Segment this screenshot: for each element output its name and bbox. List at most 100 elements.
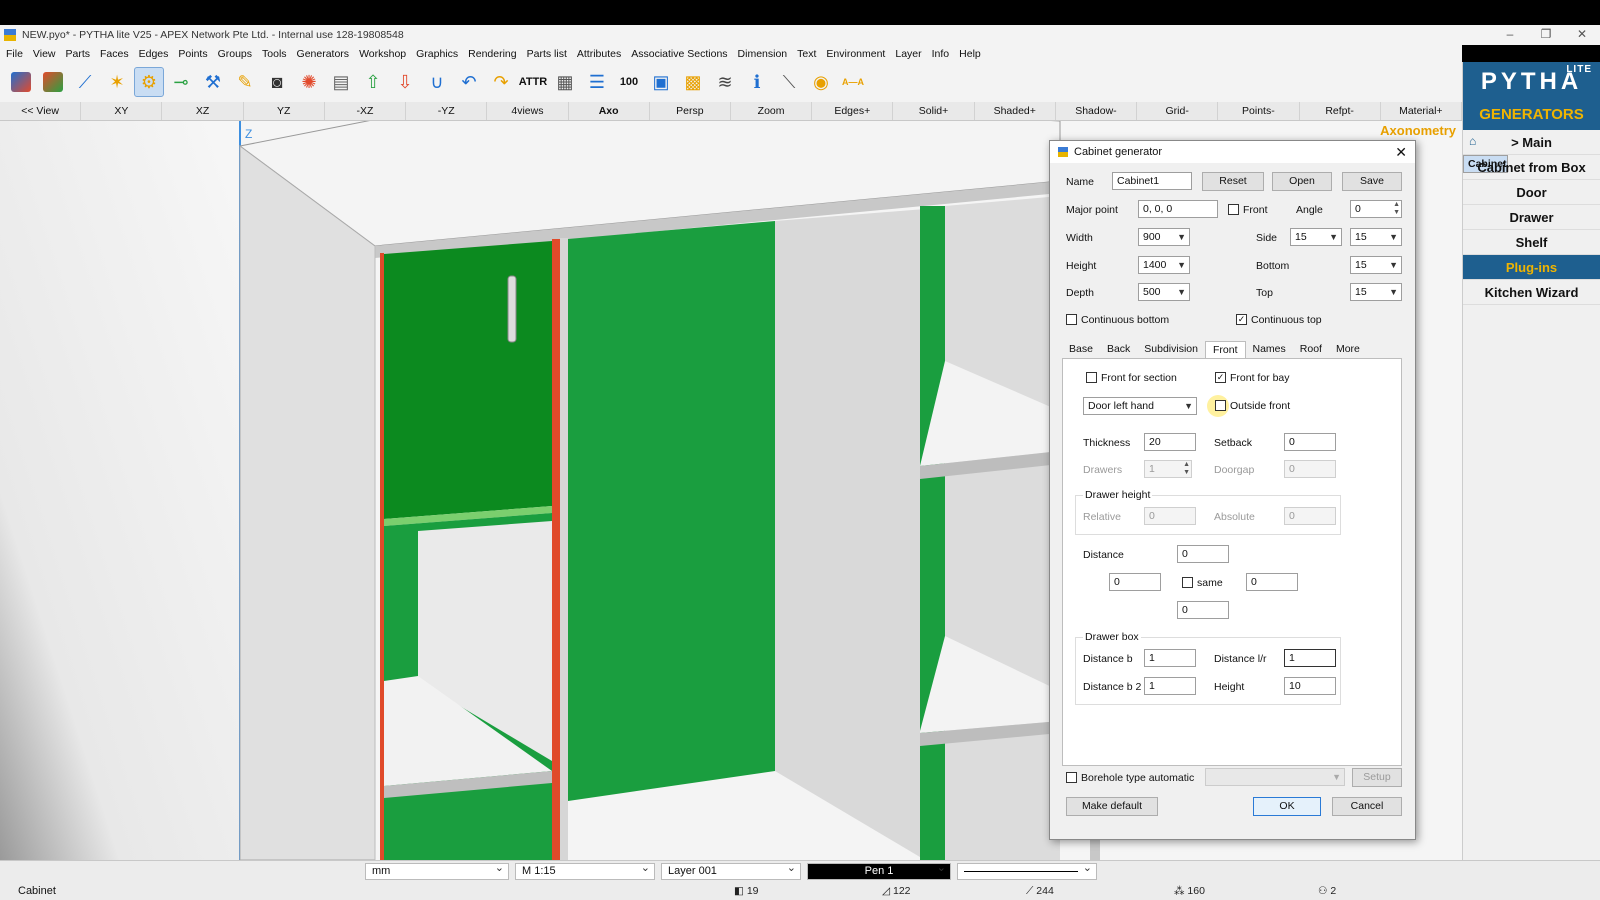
setback-input[interactable]: 0 (1284, 433, 1336, 451)
new-part-icon[interactable] (6, 67, 36, 97)
width-select[interactable]: 900 ▼ (1138, 228, 1190, 246)
doorgap-input[interactable]: 0 (1284, 460, 1336, 478)
info-icon[interactable]: ℹ (742, 67, 772, 97)
panel-item-cabinet-from-box[interactable]: Cabinet from Box (1463, 155, 1600, 180)
tab-subdivision[interactable]: Subdivision (1137, 341, 1205, 359)
panel-item-shelf[interactable]: Shelf (1463, 230, 1600, 255)
distance-right-input[interactable]: 0 (1246, 573, 1298, 591)
view-button-axo[interactable]: Axo (569, 102, 650, 120)
same-checkbox[interactable] (1182, 577, 1193, 588)
list-icon[interactable]: ☰ (582, 67, 612, 97)
bottom-select[interactable]: 15 ▼ (1350, 256, 1402, 274)
angle-input[interactable]: 0 ▲ ▼ (1350, 200, 1402, 218)
pen-select[interactable]: Pen 1 (807, 861, 951, 880)
distance-top-input[interactable]: 0 (1177, 545, 1229, 563)
view-button-points[interactable]: Points- (1218, 102, 1300, 120)
view-button-edges[interactable]: Edges+ (812, 102, 894, 120)
continuous-top-checkbox[interactable]: ✓ (1236, 314, 1247, 325)
parts-list-icon[interactable]: ▦ (550, 67, 580, 97)
menu-layer[interactable]: Layer (895, 48, 921, 60)
make-default-button[interactable]: Make default (1066, 797, 1158, 816)
export-icon[interactable]: ⇧ (358, 67, 388, 97)
continuous-bottom-checkbox[interactable] (1066, 314, 1077, 325)
extrude-icon[interactable] (38, 67, 68, 97)
view-button-neg-yz[interactable]: -YZ (406, 102, 488, 120)
side-select-1[interactable]: 15 ▼ (1290, 228, 1342, 246)
borehole-checkbox[interactable] (1066, 772, 1077, 783)
render-icon[interactable]: ✺ (294, 67, 324, 97)
angle-spinner[interactable]: ▲ ▼ (1393, 201, 1400, 217)
menu-info[interactable]: Info (932, 48, 950, 60)
dimension-icon[interactable]: 100 (614, 67, 644, 97)
side-select-2[interactable]: 15 ▼ (1350, 228, 1402, 246)
panel-item-drawer[interactable]: Drawer (1463, 205, 1600, 230)
front-checkbox[interactable] (1228, 204, 1239, 215)
tab-names[interactable]: Names (1246, 341, 1293, 359)
menu-help[interactable]: Help (959, 48, 981, 60)
menu-graphics[interactable]: Graphics (416, 48, 458, 60)
panel-item-plug-ins[interactable]: Plug-ins (1463, 255, 1600, 280)
view-button-shaded[interactable]: Shaded+ (975, 102, 1056, 120)
import-icon[interactable]: ⇩ (390, 67, 420, 97)
outside-front-checkbox[interactable] (1215, 400, 1226, 411)
absolute-input[interactable]: 0 (1284, 507, 1336, 525)
unit-select[interactable]: mm (365, 861, 509, 880)
view-button-zoom[interactable]: Zoom (731, 102, 813, 120)
view-button-shadow[interactable]: Shadow- (1056, 102, 1138, 120)
menu-rendering[interactable]: Rendering (468, 48, 516, 60)
menu-dimension[interactable]: Dimension (738, 48, 788, 60)
cancel-button[interactable]: Cancel (1332, 797, 1402, 816)
front-for-section-checkbox[interactable] (1086, 372, 1097, 383)
line-icon[interactable]: ⟋ (70, 67, 100, 97)
distance-b-input[interactable]: 1 (1144, 649, 1196, 667)
attributes-icon[interactable]: ATTR (518, 67, 548, 97)
setup-button[interactable]: Setup (1352, 768, 1402, 787)
hatch-icon[interactable]: ▩ (678, 67, 708, 97)
menu-groups[interactable]: Groups (218, 48, 252, 60)
menu-parts[interactable]: Parts (66, 48, 91, 60)
view-button-refpt[interactable]: Refpt- (1300, 102, 1381, 120)
menu-text[interactable]: Text (797, 48, 816, 60)
text-icon[interactable]: ▣ (646, 67, 676, 97)
menu-environment[interactable]: Environment (826, 48, 885, 60)
menu-view[interactable]: View (33, 48, 56, 60)
layers-icon[interactable]: ≋ (710, 67, 740, 97)
menu-file[interactable]: File (6, 48, 23, 60)
major-point-input[interactable]: 0, 0, 0 (1138, 200, 1218, 218)
menu-attributes[interactable]: Attributes (577, 48, 621, 60)
drill-icon[interactable]: ⊸ (166, 67, 196, 97)
camera-icon[interactable]: ◙ (262, 67, 292, 97)
tab-front[interactable]: Front (1204, 341, 1246, 359)
menu-edges[interactable]: Edges (139, 48, 169, 60)
close-icon[interactable]: ✕ (1564, 25, 1600, 45)
material-icon[interactable]: ◉ (806, 67, 836, 97)
ok-button[interactable]: OK (1253, 797, 1321, 816)
minimize-icon[interactable]: – (1492, 25, 1528, 45)
height-select[interactable]: 1400 ▼ (1138, 256, 1190, 274)
save-button[interactable]: Save (1342, 172, 1402, 191)
section-icon[interactable]: A—A (838, 67, 868, 97)
menu-workshop[interactable]: Workshop (359, 48, 406, 60)
panel-item-door[interactable]: Door (1463, 180, 1600, 205)
menu-generators[interactable]: Generators (297, 48, 350, 60)
reset-button[interactable]: Reset (1202, 172, 1264, 191)
distance-left-input[interactable]: 0 (1109, 573, 1161, 591)
tab-more[interactable]: More (1329, 341, 1367, 359)
distance-bottom-input[interactable]: 0 (1177, 601, 1229, 619)
magnet-icon[interactable]: ∪ (422, 67, 452, 97)
thickness-input[interactable]: 20 (1144, 433, 1196, 451)
view-button-yz[interactable]: YZ (244, 102, 325, 120)
view-button-grid[interactable]: Grid- (1137, 102, 1219, 120)
scale-select[interactable]: M 1:15 (515, 861, 655, 880)
front-type-select[interactable]: Door left hand ▼ (1083, 397, 1197, 415)
measure-icon[interactable]: ⟍ (774, 67, 804, 97)
view-button-persp[interactable]: Persp (650, 102, 731, 120)
menu-points[interactable]: Points (178, 48, 207, 60)
depth-select[interactable]: 500 ▼ (1138, 283, 1190, 301)
panel-item-main[interactable]: ⌂ > Main (1463, 130, 1600, 155)
view-button-material[interactable]: Material+ (1381, 102, 1462, 120)
tab-base[interactable]: Base (1062, 341, 1100, 359)
top-select[interactable]: 15 ▼ (1350, 283, 1402, 301)
menu-tools[interactable]: Tools (262, 48, 287, 60)
view-button-view[interactable]: << View (0, 102, 82, 120)
